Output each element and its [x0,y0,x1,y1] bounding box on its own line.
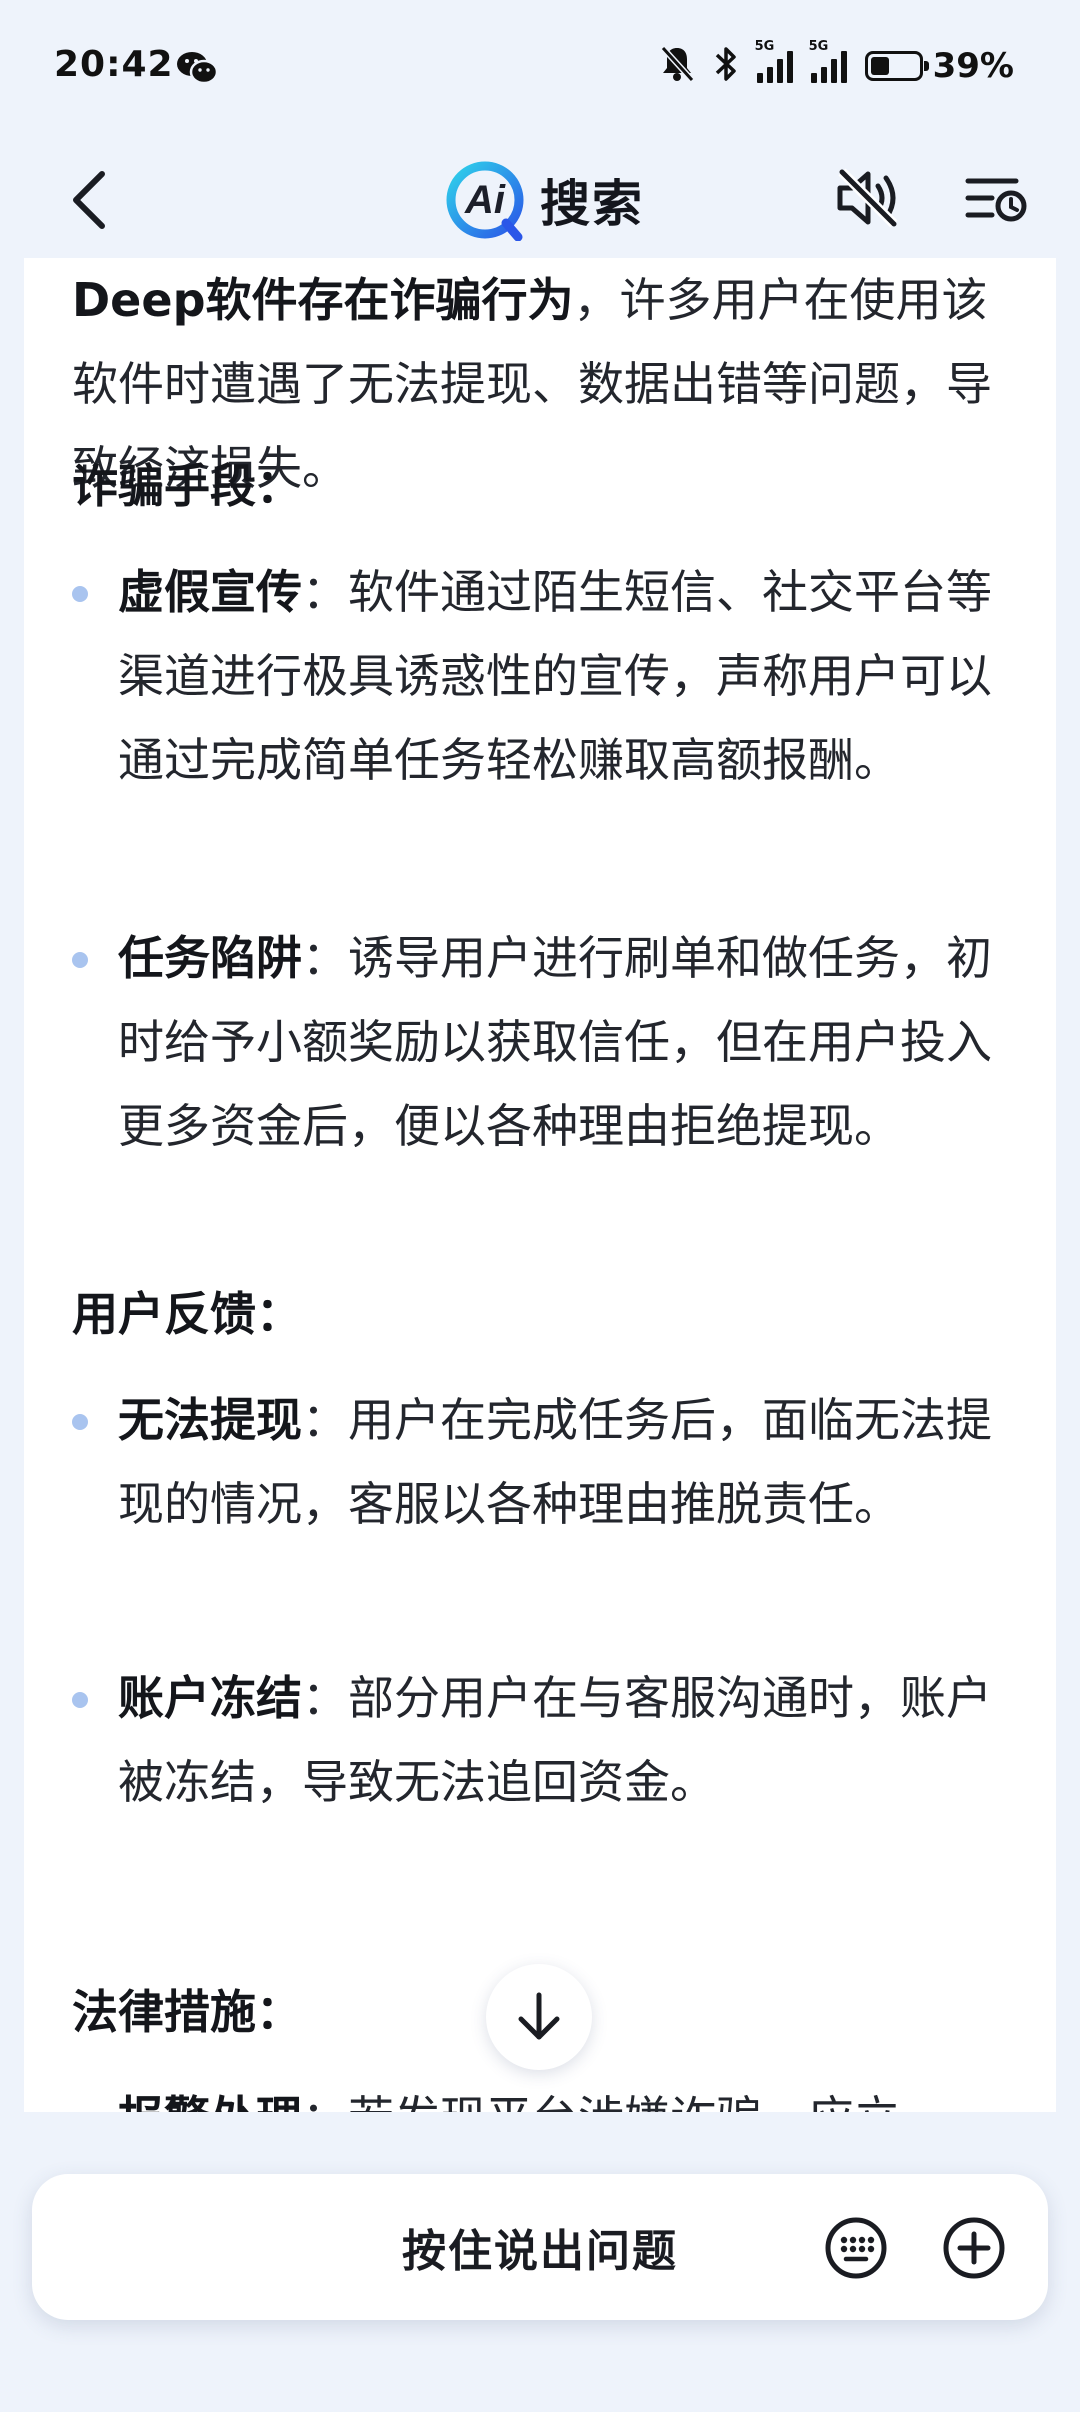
chevron-left-icon [73,171,105,229]
status-time: 20:42 [54,44,174,85]
list-item-text: 报警处理：若发现平台涉嫌诈骗，应立 [118,2076,1018,2112]
list-item-term: 虚假宣传 [118,565,302,619]
list-item-term: 账户冻结 [118,1671,302,1725]
battery-icon [864,51,929,81]
status-bar: 20:42 5G 5G 39% [0,0,1080,140]
bluetooth-icon [713,44,739,88]
keyboard-button[interactable] [820,2212,892,2284]
battery-indicator: 39% [864,46,1014,86]
signal-5g-icon: 5G [809,39,847,83]
plus-circle-icon [943,2217,1005,2279]
status-indicators: 5G 5G 39% [659,39,1014,88]
voice-input-bar: 按住说出问题 [32,2174,1048,2320]
signal-5g-icon: 5G [755,39,793,83]
section-heading-legal-measures: 法律措施： [72,1985,302,2039]
app-logo: Ai 搜索 [444,150,644,250]
keyboard-icon [825,2217,887,2279]
section-heading-user-feedback: 用户反馈： [72,1287,302,1341]
list-item-desc: ：若发现平台涉嫌诈骗，应立 [302,2091,900,2112]
ai-search-screen: 20:42 5G 5G 39% Ai 搜索 Deep软件存在诈骗行为，许多用户在… [0,0,1080,2412]
ai-logo-icon: Ai [444,159,526,242]
intro-bold: Deep软件存在诈骗行为 [72,273,574,327]
answer-card: Deep软件存在诈骗行为，许多用户在使用该软件时遭遇了无法提现、数据出错等问题，… [24,258,1056,2112]
signal-tag: 5G [808,39,829,54]
signal-tag: 5G [754,39,775,54]
list-item-text: 无法提现：用户在完成任务后，面临无法提现的情况，客服以各种理由推脱责任。 [118,1378,1018,1546]
speaker-muted-icon [837,168,898,228]
bullet-dot [72,1414,88,1430]
bell-muted-icon [659,44,695,88]
mute-button[interactable] [826,156,910,240]
section-heading-fraud-methods: 诈骗手段： [72,459,302,513]
history-button[interactable] [956,158,1036,238]
battery-level [870,57,889,75]
page-title: 搜索 [540,175,644,233]
list-item-term: 无法提现 [118,1393,302,1447]
history-list-icon [965,178,1027,222]
arrow-down-icon [518,1992,560,2040]
list-item-text: 任务陷阱：诱导用户进行刷单和做任务，初时给予小额奖励以获取信任，但在用户投入更多… [118,916,1018,1168]
bullet-dot [72,586,88,602]
logo-text: Ai [465,177,505,222]
scroll-to-bottom-button[interactable] [486,1964,592,2070]
list-item-term: 报警处理 [118,2091,302,2112]
back-button[interactable] [48,152,128,248]
bullet-dot [72,952,88,968]
hold-to-speak-button[interactable]: 按住说出问题 [32,2174,1048,2320]
top-navigation: Ai 搜索 [0,140,1080,260]
list-item-text: 虚假宣传：软件通过陌生短信、社交平台等渠道进行极具诱惑性的宣传，声称用户可以通过… [118,550,1018,802]
battery-percent: 39% [932,46,1014,86]
add-button[interactable] [938,2212,1010,2284]
list-item-text: 账户冻结：部分用户在与客服沟通时，账户被冻结，导致无法追回资金。 [118,1656,1018,1824]
list-item-term: 任务陷阱 [118,931,302,985]
bullet-dot [72,1692,88,1708]
wechat-icon [176,50,219,86]
